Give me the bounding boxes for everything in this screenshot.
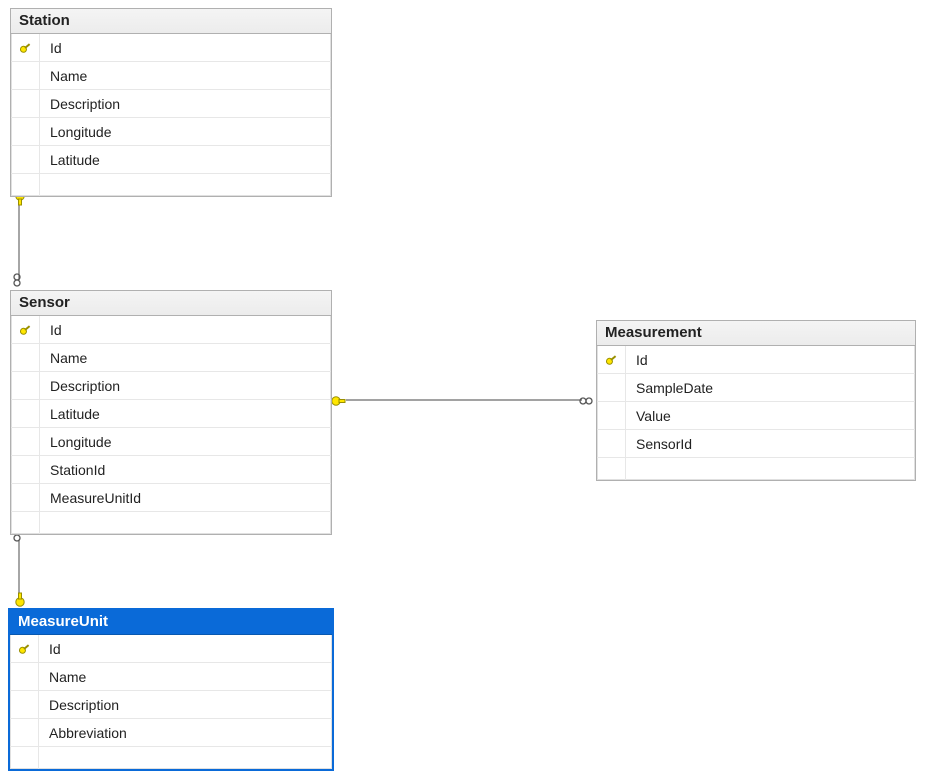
column-name: SampleDate xyxy=(626,380,915,396)
column-row[interactable]: Id xyxy=(11,316,331,344)
column-row[interactable]: Id xyxy=(11,34,331,62)
column-name: Id xyxy=(40,40,331,56)
entity-title[interactable]: Measurement xyxy=(597,321,915,346)
primary-key-icon xyxy=(18,323,32,337)
column-row[interactable]: Description xyxy=(10,691,332,719)
column-name: SensorId xyxy=(626,436,915,452)
column-name: Description xyxy=(39,697,332,713)
relationship-key-icon xyxy=(330,393,346,409)
er-diagram: Station Id Name Description Longitude La… xyxy=(0,0,934,774)
column-name: Abbreviation xyxy=(39,725,332,741)
column-name: Id xyxy=(40,322,331,338)
column-name: Latitude xyxy=(40,406,331,422)
column-row[interactable]: Abbreviation xyxy=(10,719,332,747)
column-name: Id xyxy=(39,641,332,657)
column-row[interactable]: SensorId xyxy=(597,430,915,458)
column-name: StationId xyxy=(40,462,331,478)
column-name: Longitude xyxy=(40,124,331,140)
column-row[interactable]: Id xyxy=(10,635,332,663)
column-row[interactable]: Longitude xyxy=(11,428,331,456)
entity-station[interactable]: Station Id Name Description Longitude La… xyxy=(10,8,332,197)
column-name: Name xyxy=(40,350,331,366)
column-row[interactable]: Id xyxy=(597,346,915,374)
entity-sensor[interactable]: Sensor Id Name Description Latitude Long… xyxy=(10,290,332,535)
column-name: Name xyxy=(40,68,331,84)
entity-title[interactable]: MeasureUnit xyxy=(10,610,332,635)
entity-title[interactable]: Station xyxy=(11,9,331,34)
entity-measureunit[interactable]: MeasureUnit Id Name Description Abbrevia… xyxy=(8,608,334,771)
column-row[interactable]: Value xyxy=(597,402,915,430)
column-name: Longitude xyxy=(40,434,331,450)
column-row[interactable]: Description xyxy=(11,372,331,400)
relationship-infinity-icon xyxy=(578,393,594,409)
column-name: Name xyxy=(39,669,332,685)
column-row[interactable]: Latitude xyxy=(11,400,331,428)
relationship-key-icon xyxy=(12,592,28,608)
column-name: Latitude xyxy=(40,152,331,168)
column-row[interactable]: MeasureUnitId xyxy=(11,484,331,512)
column-row[interactable]: Name xyxy=(11,62,331,90)
entity-title[interactable]: Sensor xyxy=(11,291,331,316)
entity-measurement[interactable]: Measurement Id SampleDate Value SensorId xyxy=(596,320,916,481)
column-row[interactable]: SampleDate xyxy=(597,374,915,402)
primary-key-icon xyxy=(18,41,32,55)
column-row[interactable]: Description xyxy=(11,90,331,118)
column-name: MeasureUnitId xyxy=(40,490,331,506)
column-name: Id xyxy=(626,352,915,368)
column-row[interactable]: Longitude xyxy=(11,118,331,146)
column-row[interactable]: Latitude xyxy=(11,146,331,174)
column-row[interactable]: Name xyxy=(11,344,331,372)
column-name: Description xyxy=(40,378,331,394)
column-name: Description xyxy=(40,96,331,112)
primary-key-icon xyxy=(604,353,618,367)
column-row[interactable]: StationId xyxy=(11,456,331,484)
primary-key-icon xyxy=(17,642,31,656)
column-row[interactable]: Name xyxy=(10,663,332,691)
relationship-infinity-icon xyxy=(12,272,28,288)
column-name: Value xyxy=(626,408,915,424)
